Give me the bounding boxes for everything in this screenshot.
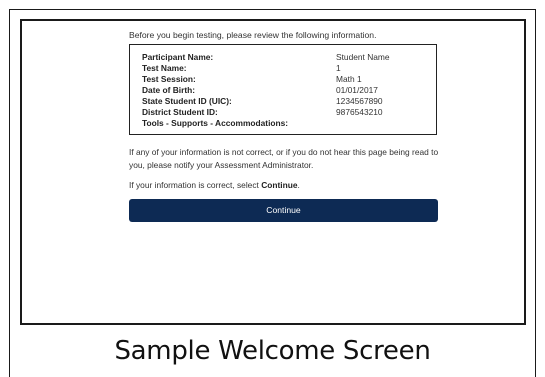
continue-button[interactable]: Continue (129, 199, 438, 222)
info-row-participant-name: Participant Name: Student Name (142, 52, 424, 63)
info-label: State Student ID (UIC): (142, 96, 232, 106)
info-row-district-student-id: District Student ID: 9876543210 (142, 107, 424, 118)
info-row-date-of-birth: Date of Birth: 01/01/2017 (142, 85, 424, 96)
info-label: Test Session: (142, 74, 196, 84)
info-label: District Student ID: (142, 107, 218, 117)
info-row-test-name: Test Name: 1 (142, 63, 424, 74)
info-value: Student Name (336, 52, 390, 62)
info-value: 01/01/2017 (336, 85, 378, 95)
info-row-test-session: Test Session: Math 1 (142, 74, 424, 85)
info-value: Math 1 (336, 74, 362, 84)
info-row-tools-supports: Tools - Supports - Accommodations: (142, 118, 424, 129)
intro-text: Before you begin testing, please review … (129, 30, 377, 40)
info-label: Tools - Supports - Accommodations: (142, 118, 289, 128)
confirm-instruction: If your information is correct, select C… (129, 180, 300, 190)
figure-caption: Sample Welcome Screen (114, 336, 431, 366)
info-value: 1234567890 (336, 96, 383, 106)
notice-text: If any of your information is not correc… (129, 147, 439, 170)
info-label: Participant Name: (142, 52, 214, 62)
confirm-emphasis: Continue (261, 180, 298, 190)
confirm-prefix: If your information is correct, select (129, 180, 262, 190)
confirm-suffix: . (297, 180, 300, 190)
info-label: Test Name: (142, 63, 187, 73)
participant-info-box: Participant Name: Student Name Test Name… (129, 44, 437, 135)
info-value: 9876543210 (336, 107, 383, 117)
info-row-state-student-id: State Student ID (UIC): 1234567890 (142, 96, 424, 107)
info-label: Date of Birth: (142, 85, 196, 95)
info-value: 1 (336, 63, 341, 73)
